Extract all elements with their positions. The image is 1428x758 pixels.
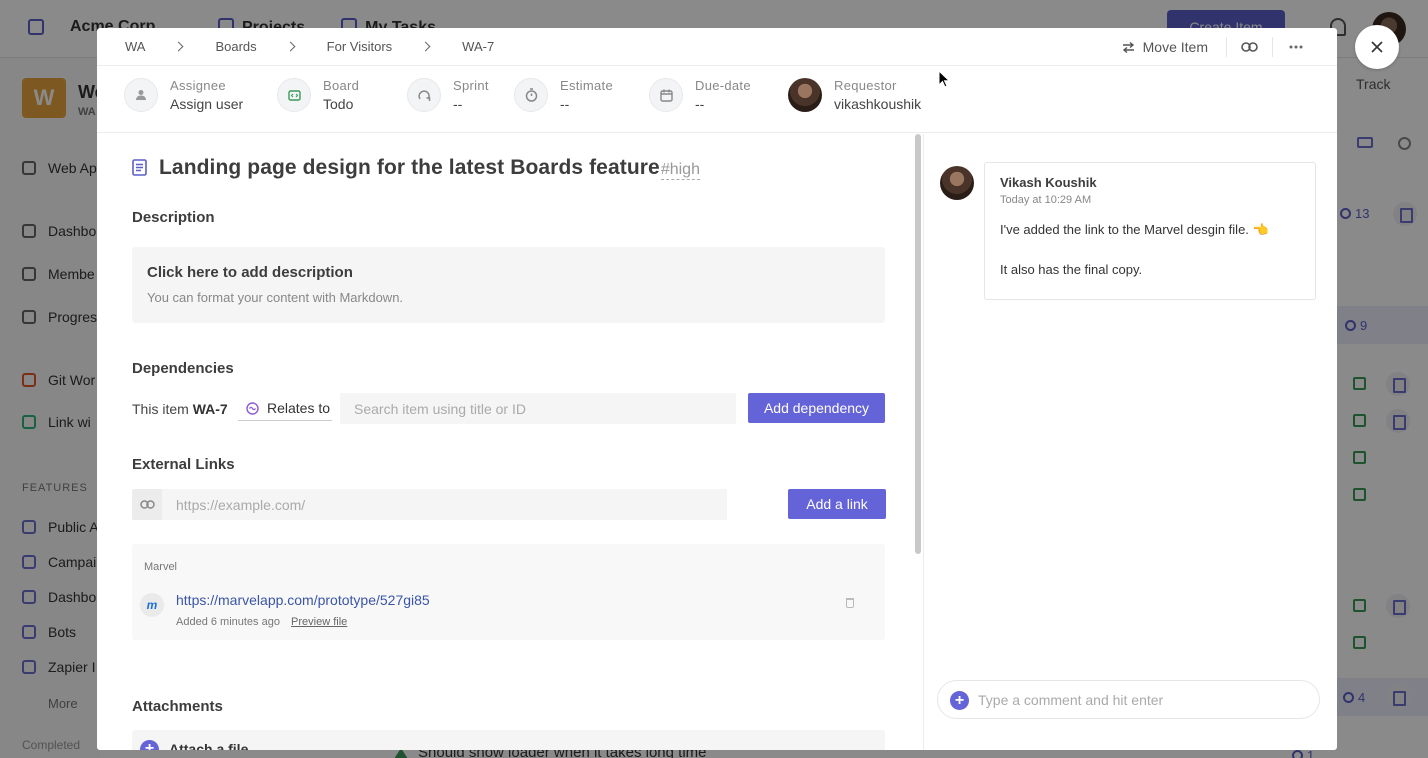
more-dots-icon bbox=[1289, 45, 1303, 49]
swap-arrows-icon bbox=[1122, 41, 1134, 53]
dependency-prefix: This item bbox=[132, 401, 189, 417]
relation-select[interactable]: Relates to bbox=[238, 396, 332, 421]
chevron-right-icon bbox=[174, 41, 184, 52]
description-cta: Click here to add description bbox=[147, 264, 353, 281]
chevron-right-icon bbox=[420, 41, 431, 52]
link-url[interactable]: https://marvelapp.com/prototype/527gi85 bbox=[176, 592, 430, 608]
link-icon bbox=[1241, 42, 1258, 52]
external-links-heading: External Links bbox=[132, 456, 235, 473]
board-value: Todo bbox=[323, 96, 354, 112]
sprint-field[interactable]: Sprint -- bbox=[407, 78, 489, 112]
user-icon bbox=[124, 78, 158, 112]
add-dependency-label: Add dependency bbox=[763, 400, 870, 416]
breadcrumb: WA Boards For Visitors WA-7 bbox=[125, 39, 494, 54]
relation-value: Relates to bbox=[267, 400, 331, 416]
meta-bar: Assignee Assign user Board Todo Sprint -… bbox=[97, 66, 1337, 133]
stopwatch-icon bbox=[514, 78, 548, 112]
estimate-label: Estimate bbox=[560, 78, 613, 93]
link-added-time: Added 6 minutes ago bbox=[176, 616, 280, 628]
attach-file-label: Attach a file bbox=[169, 741, 249, 750]
requestor-field[interactable]: Requestor vikashkoushik bbox=[788, 78, 921, 112]
assignee-field[interactable]: Assignee Assign user bbox=[124, 78, 243, 112]
document-icon bbox=[132, 159, 147, 176]
comment-author: Vikash Koushik bbox=[1000, 175, 1097, 190]
relates-icon bbox=[246, 401, 259, 415]
description-heading: Description bbox=[132, 209, 215, 226]
marvel-logo-letter: m bbox=[146, 598, 158, 612]
move-item-label: Move Item bbox=[1142, 39, 1208, 55]
calendar-icon bbox=[649, 78, 683, 112]
more-options-button[interactable] bbox=[1273, 37, 1319, 57]
due-date-label: Due-date bbox=[695, 78, 751, 93]
add-link-label: Add a link bbox=[806, 496, 868, 512]
description-hint: You can format your content with Markdow… bbox=[147, 290, 404, 305]
external-link-card: Marvel m https://marvelapp.com/prototype… bbox=[132, 544, 885, 640]
comment-input[interactable] bbox=[978, 686, 1308, 713]
add-attachment-icon[interactable]: + bbox=[950, 691, 969, 710]
requestor-label: Requestor bbox=[834, 78, 897, 93]
link-icon bbox=[132, 489, 162, 520]
comment-avatar bbox=[940, 166, 974, 200]
dependency-this-item: This item WA-7 bbox=[132, 401, 228, 417]
comment-body-line: I've added the link to the Marvel desgin… bbox=[1000, 222, 1269, 237]
link-meta: Added 6 minutes ago Preview file bbox=[176, 616, 347, 628]
mouse-cursor-icon bbox=[938, 70, 950, 88]
dependency-search-input[interactable] bbox=[340, 393, 736, 424]
breadcrumb-item-id[interactable]: WA-7 bbox=[462, 39, 494, 54]
modal-header: WA Boards For Visitors WA-7 Move Item bbox=[97, 28, 1337, 66]
board-label: Board bbox=[323, 78, 360, 93]
priority-tag[interactable]: #high bbox=[660, 161, 700, 180]
comments-pane: Vikash Koushik Today at 10:29 AM I've ad… bbox=[925, 134, 1337, 750]
board-field[interactable]: Board Todo bbox=[277, 78, 359, 112]
sprint-icon bbox=[407, 78, 441, 112]
due-date-field[interactable]: Due-date -- bbox=[649, 78, 751, 112]
comment-time: Today at 10:29 AM bbox=[1000, 194, 1092, 206]
external-link-row: Add a link bbox=[132, 489, 886, 520]
item-modal: WA Boards For Visitors WA-7 Move Item As… bbox=[97, 28, 1337, 750]
requestor-avatar bbox=[788, 78, 822, 112]
board-icon bbox=[277, 78, 311, 112]
plus-icon: + bbox=[140, 739, 159, 750]
assignee-value: Assign user bbox=[170, 96, 244, 112]
scrollbar[interactable] bbox=[915, 134, 921, 554]
sprint-label: Sprint bbox=[453, 78, 489, 93]
breadcrumb-board[interactable]: For Visitors bbox=[327, 39, 393, 54]
external-link-input[interactable] bbox=[162, 489, 727, 520]
attach-file-button[interactable]: + Attach a file bbox=[132, 730, 885, 750]
requestor-value: vikashkoushik bbox=[834, 96, 922, 112]
comment-input-box: + bbox=[937, 680, 1320, 719]
item-details-pane: Landing page design for the latest Board… bbox=[97, 134, 924, 750]
due-date-value: -- bbox=[695, 96, 705, 112]
attachments-heading: Attachments bbox=[132, 698, 223, 715]
close-modal-button[interactable] bbox=[1355, 25, 1399, 69]
close-icon bbox=[1371, 41, 1383, 53]
add-link-button[interactable]: Add a link bbox=[788, 489, 886, 519]
dependencies-heading: Dependencies bbox=[132, 360, 234, 377]
marvel-logo-icon: m bbox=[140, 593, 164, 617]
header-actions: Move Item bbox=[1122, 37, 1319, 57]
description-editor[interactable]: Click here to add description You can fo… bbox=[132, 247, 885, 323]
sprint-value: -- bbox=[453, 96, 463, 112]
estimate-value: -- bbox=[560, 96, 570, 112]
item-title-row: Landing page design for the latest Board… bbox=[132, 156, 700, 180]
breadcrumb-boards[interactable]: Boards bbox=[215, 39, 256, 54]
chevron-right-icon bbox=[285, 41, 296, 52]
move-item-button[interactable]: Move Item bbox=[1122, 37, 1227, 57]
breadcrumb-workspace[interactable]: WA bbox=[125, 39, 145, 54]
preview-file-link[interactable]: Preview file bbox=[291, 616, 347, 628]
add-dependency-button[interactable]: Add dependency bbox=[748, 393, 885, 423]
dependency-row: This item WA-7 Relates to Add dependency bbox=[132, 393, 885, 424]
comment-body-line: It also has the final copy. bbox=[1000, 262, 1143, 277]
link-source: Marvel bbox=[144, 561, 178, 573]
dependency-item-id: WA-7 bbox=[192, 401, 228, 417]
assignee-label: Assignee bbox=[170, 78, 226, 93]
trash-icon[interactable] bbox=[846, 598, 854, 608]
estimate-field[interactable]: Estimate -- bbox=[514, 78, 613, 112]
item-title[interactable]: Landing page design for the latest Board… bbox=[159, 156, 660, 180]
comment-card: Vikash Koushik Today at 10:29 AM I've ad… bbox=[984, 162, 1316, 300]
copy-link-button[interactable] bbox=[1227, 37, 1273, 57]
